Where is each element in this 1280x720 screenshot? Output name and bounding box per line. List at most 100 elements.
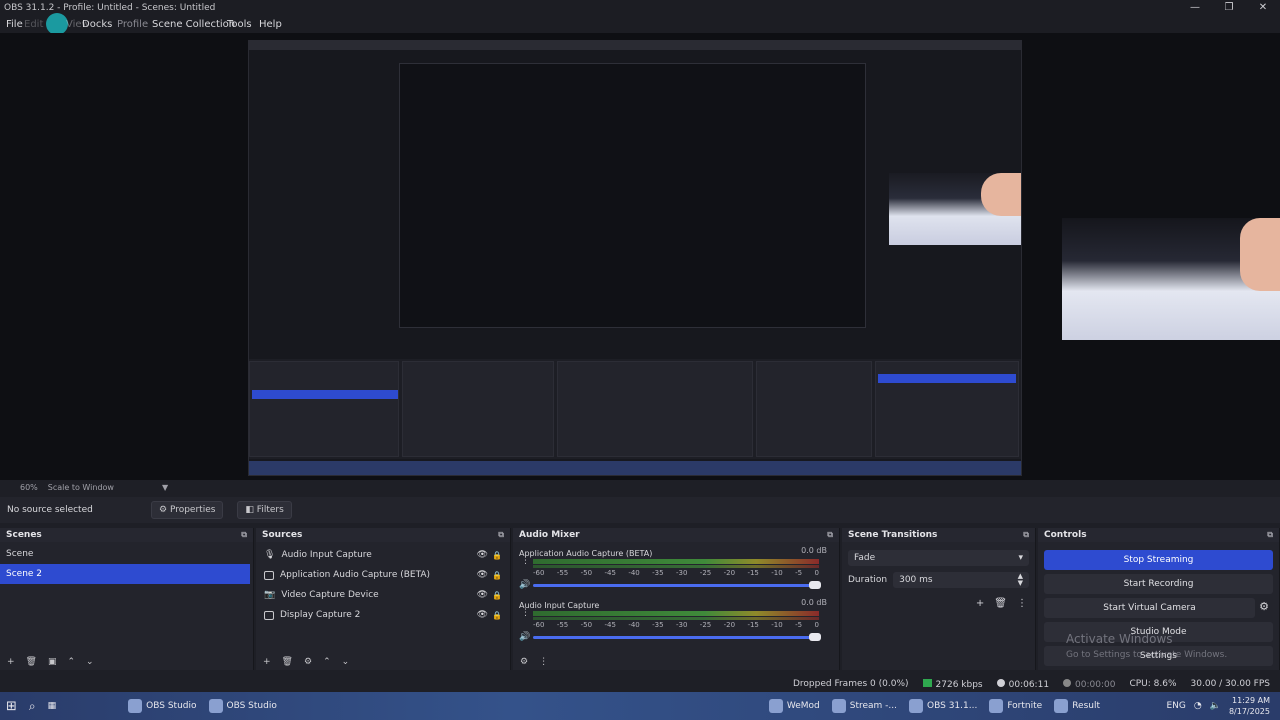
close-button[interactable]: ✕ bbox=[1246, 0, 1280, 15]
webcam-keyboard-large bbox=[1062, 218, 1280, 340]
visibility-eye-icon[interactable]: 👁 bbox=[477, 570, 488, 580]
start-virtual-camera-button[interactable]: Start Virtual Camera bbox=[1044, 598, 1255, 618]
volume-meter bbox=[533, 617, 819, 620]
nested-transitions-panel bbox=[756, 361, 872, 457]
rec-time-indicator: 00:00:00 bbox=[1063, 678, 1115, 690]
wifi-icon[interactable]: ◔ bbox=[1194, 701, 1202, 711]
speaker-icon[interactable]: 🔊 bbox=[519, 580, 530, 590]
source-item[interactable]: 🎙 Audio Input Capture 👁 🔒 bbox=[256, 545, 510, 565]
taskbar-app-chrome[interactable]: Stream -... bbox=[826, 692, 903, 720]
zoom-level[interactable]: 60% bbox=[20, 483, 38, 492]
popout-icon[interactable]: ⧉ bbox=[1023, 530, 1029, 540]
taskbar-app-label: OBS Studio bbox=[146, 701, 197, 711]
advanced-audio-icon[interactable]: ⚙ bbox=[520, 657, 528, 667]
taskbar-app-result[interactable]: Result bbox=[1048, 692, 1106, 720]
remove-scene-button[interactable]: 🗑 bbox=[26, 657, 37, 667]
lock-icon[interactable]: 🔒 bbox=[492, 571, 502, 580]
clock[interactable]: 11:29 AM 8/17/2025 bbox=[1229, 695, 1270, 717]
tick-label: -30 bbox=[675, 621, 688, 629]
kebab-menu-icon[interactable]: ⋮ bbox=[1017, 598, 1027, 609]
popout-icon[interactable]: ⧉ bbox=[1267, 530, 1273, 540]
maximize-button[interactable]: ❐ bbox=[1212, 0, 1246, 15]
lock-icon[interactable]: 🔒 bbox=[492, 611, 502, 620]
source-item[interactable]: 📷 Video Capture Device 👁 🔒 bbox=[256, 585, 510, 605]
volume-slider[interactable] bbox=[533, 581, 821, 589]
popout-icon[interactable]: ⧉ bbox=[498, 530, 504, 540]
transition-tools: + 🗑 ⋮ bbox=[976, 598, 1027, 609]
transition-select[interactable]: Fade ▾ bbox=[848, 550, 1029, 566]
audio-mixer-dock: Audio Mixer ⧉ Application Audio Capture … bbox=[513, 528, 840, 670]
gear-icon[interactable]: ⚙ bbox=[304, 657, 312, 667]
tick-label: -40 bbox=[628, 621, 640, 629]
scale-mode[interactable]: Scale to Window bbox=[48, 483, 114, 492]
slider-handle[interactable] bbox=[809, 581, 821, 589]
slider-handle[interactable] bbox=[809, 633, 821, 641]
volume-slider[interactable] bbox=[533, 633, 821, 641]
menu-tools[interactable]: Tools bbox=[227, 19, 252, 30]
move-up-button[interactable]: ⌃ bbox=[68, 657, 76, 667]
taskbar-app-obs-2[interactable]: OBS Studio bbox=[203, 692, 283, 720]
virtual-camera-settings-gear-icon[interactable]: ⚙ bbox=[1259, 600, 1269, 613]
menu-file[interactable]: File bbox=[6, 19, 23, 30]
taskbar-app-fortnite[interactable]: Fortnite bbox=[983, 692, 1048, 720]
visibility-eye-icon[interactable]: 👁 bbox=[477, 610, 488, 620]
remove-source-button[interactable]: 🗑 bbox=[282, 657, 293, 667]
camera-icon: 📷 bbox=[264, 590, 276, 600]
language-indicator[interactable]: ENG bbox=[1166, 701, 1185, 711]
kebab-menu-icon[interactable]: ⋮ bbox=[521, 556, 530, 566]
task-view-button[interactable]: ▦ bbox=[42, 692, 63, 720]
spinner-icon[interactable]: ▲ ▼ bbox=[1018, 573, 1023, 587]
stop-streaming-button[interactable]: Stop Streaming bbox=[1044, 550, 1273, 570]
source-item[interactable]: Application Audio Capture (BETA) 👁 🔒 bbox=[256, 565, 510, 585]
minimize-button[interactable]: — bbox=[1178, 0, 1212, 15]
popout-icon[interactable]: ⧉ bbox=[241, 530, 247, 540]
add-source-button[interactable]: + bbox=[263, 657, 271, 667]
taskbar-app-obs-3[interactable]: OBS 31.1... bbox=[903, 692, 983, 720]
task-view-icon: ▦ bbox=[47, 701, 57, 711]
stream-time-indicator: 00:06:11 bbox=[996, 678, 1049, 690]
properties-button[interactable]: ⚙ Properties bbox=[151, 501, 224, 519]
filters-button[interactable]: ◧ Filters bbox=[237, 501, 292, 519]
move-down-button[interactable]: ⌄ bbox=[86, 657, 94, 667]
move-down-button[interactable]: ⌄ bbox=[342, 657, 350, 667]
filters-icon[interactable]: ▣ bbox=[48, 657, 57, 667]
volume-icon[interactable]: 🔈 bbox=[1210, 701, 1221, 711]
visibility-eye-icon[interactable]: 👁 bbox=[477, 590, 488, 600]
start-recording-button[interactable]: Start Recording bbox=[1044, 574, 1273, 594]
tick-label: -25 bbox=[699, 621, 712, 629]
kebab-menu-icon[interactable]: ⋮ bbox=[539, 657, 548, 667]
move-up-button[interactable]: ⌃ bbox=[323, 657, 331, 667]
chevron-down-icon[interactable]: ▼ bbox=[162, 483, 168, 492]
menu-edit[interactable]: Edit bbox=[24, 19, 43, 30]
kebab-menu-icon[interactable]: ⋮ bbox=[521, 608, 530, 618]
add-scene-button[interactable]: + bbox=[7, 657, 15, 667]
menu-docks[interactable]: Docks bbox=[82, 19, 112, 30]
lock-icon[interactable]: 🔒 bbox=[492, 591, 502, 600]
tick-label: -5 bbox=[795, 621, 803, 629]
visibility-eye-icon[interactable]: 👁 bbox=[477, 550, 488, 560]
taskbar-app-obs[interactable]: OBS Studio bbox=[122, 692, 202, 720]
scene-transitions-dock: Scene Transitions ⧉ Fade ▾ Duration 300 … bbox=[842, 528, 1036, 670]
remove-transition-button[interactable]: 🗑 bbox=[994, 598, 1007, 609]
nested-sources-panel bbox=[402, 361, 554, 457]
scene-item-selected[interactable]: Scene 2 bbox=[0, 564, 250, 584]
popout-icon[interactable]: ⧉ bbox=[827, 530, 833, 540]
taskbar-app-wemod[interactable]: WeMod bbox=[763, 692, 826, 720]
start-button[interactable]: ⊞ bbox=[0, 692, 23, 720]
stream-status-icon bbox=[996, 678, 1005, 687]
add-transition-button[interactable]: + bbox=[976, 598, 984, 609]
menu-profile[interactable]: Profile bbox=[117, 19, 148, 30]
search-button[interactable]: ⌕ bbox=[23, 692, 42, 720]
mixer-channel: Application Audio Capture (BETA) 0.0 dB … bbox=[513, 542, 839, 594]
nested-selected-scene bbox=[252, 390, 398, 399]
menu-scene-collection[interactable]: Scene Collection bbox=[152, 19, 235, 30]
hand-image bbox=[1240, 218, 1280, 292]
nested-preview-window bbox=[399, 63, 866, 328]
lock-icon[interactable]: 🔒 bbox=[492, 551, 502, 560]
speaker-icon[interactable]: 🔊 bbox=[519, 632, 530, 642]
source-item[interactable]: Display Capture 2 👁 🔒 bbox=[256, 605, 510, 625]
menu-help[interactable]: Help bbox=[259, 19, 282, 30]
duration-input[interactable]: 300 ms ▲ ▼ bbox=[893, 572, 1029, 588]
signal-bars-icon bbox=[922, 678, 932, 687]
scene-item[interactable]: Scene bbox=[0, 544, 253, 564]
